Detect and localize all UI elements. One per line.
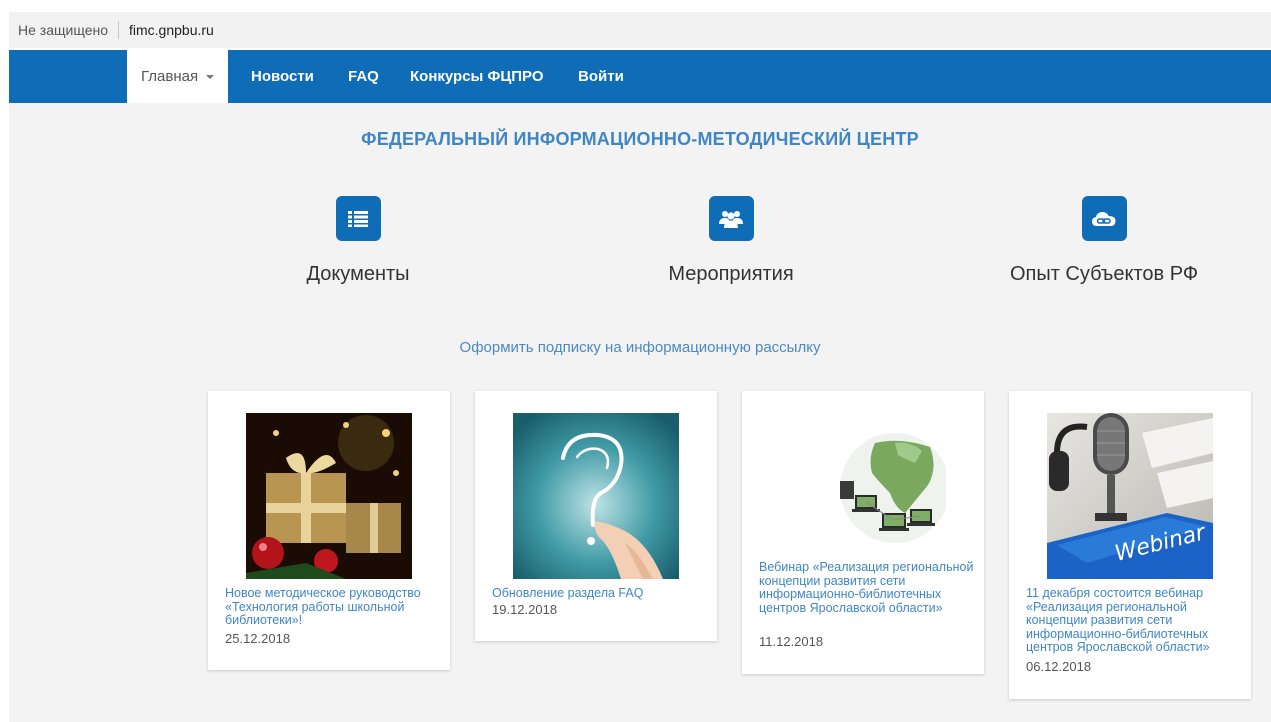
address-bar[interactable]: Не защищено fimc.gnpbu.ru: [9, 12, 1271, 48]
webinar-microphone-image[interactable]: Webinar: [1047, 413, 1213, 579]
address-separator: [118, 21, 119, 39]
network-globe-image[interactable]: [780, 413, 946, 579]
news-card[interactable]: Обновление раздела FAQ 19.12.2018: [475, 391, 717, 641]
feature-events[interactable]: Мероприятия: [601, 196, 861, 286]
news-card[interactable]: Новое методическое руководство «Технолог…: [208, 391, 450, 670]
question-mark-image[interactable]: [513, 413, 679, 579]
christmas-gifts-image[interactable]: [246, 413, 412, 579]
nav-home[interactable]: Главная: [127, 50, 229, 103]
url-text[interactable]: fimc.gnpbu.ru: [129, 22, 214, 38]
subscribe-link[interactable]: Оформить подписку на информационную расс…: [9, 339, 1271, 356]
page-title: ФЕДЕРАЛЬНЫЙ ИНФОРМАЦИОННО-МЕТОДИЧЕСКИЙ Ц…: [361, 129, 919, 149]
feature-documents[interactable]: Документы: [228, 196, 488, 286]
users-icon[interactable]: [708, 196, 754, 241]
news-card-date: 19.12.2018: [492, 602, 558, 617]
caret-down-icon: [206, 75, 215, 80]
feature-regions-label[interactable]: Опыт Субъектов РФ: [974, 263, 1234, 286]
list-icon[interactable]: [335, 196, 381, 241]
nav-news[interactable]: Новости: [251, 50, 314, 103]
nav-login[interactable]: Войти: [578, 50, 624, 103]
news-card[interactable]: Webinar 11 декабря состоится вебинар «Ре…: [1009, 391, 1251, 699]
nav-home-label: Главная: [141, 68, 199, 85]
nav-contests[interactable]: Конкурсы ФЦПРО: [410, 50, 544, 103]
feature-documents-label[interactable]: Документы: [228, 263, 488, 286]
news-card-date: 11.12.2018: [759, 634, 824, 649]
news-card-title[interactable]: Обновление раздела FAQ: [492, 586, 708, 601]
security-label[interactable]: Не защищено: [18, 22, 108, 38]
feature-events-label[interactable]: Мероприятия: [601, 263, 861, 286]
news-card-title[interactable]: Вебинар «Реализация региональной концепц…: [759, 560, 975, 615]
main-navbar: Главная Новости FAQ Конкурсы ФЦПРО Войти: [9, 50, 1271, 103]
page-content: ФЕДЕРАЛЬНЫЙ ИНФОРМАЦИОННО-МЕТОДИЧЕСКИЙ Ц…: [9, 103, 1271, 722]
cloud-link-icon[interactable]: [1081, 196, 1127, 241]
news-card-title[interactable]: 11 декабря состоится вебинар «Реализация…: [1026, 586, 1242, 655]
news-card[interactable]: Вебинар «Реализация региональной концепц…: [742, 391, 984, 674]
news-card-date: 06.12.2018: [1026, 659, 1092, 674]
news-card-date: 25.12.2018: [225, 631, 291, 646]
nav-faq[interactable]: FAQ: [348, 50, 379, 103]
feature-regions[interactable]: Опыт Субъектов РФ: [974, 196, 1234, 286]
news-card-title[interactable]: Новое методическое руководство «Технолог…: [225, 586, 441, 628]
